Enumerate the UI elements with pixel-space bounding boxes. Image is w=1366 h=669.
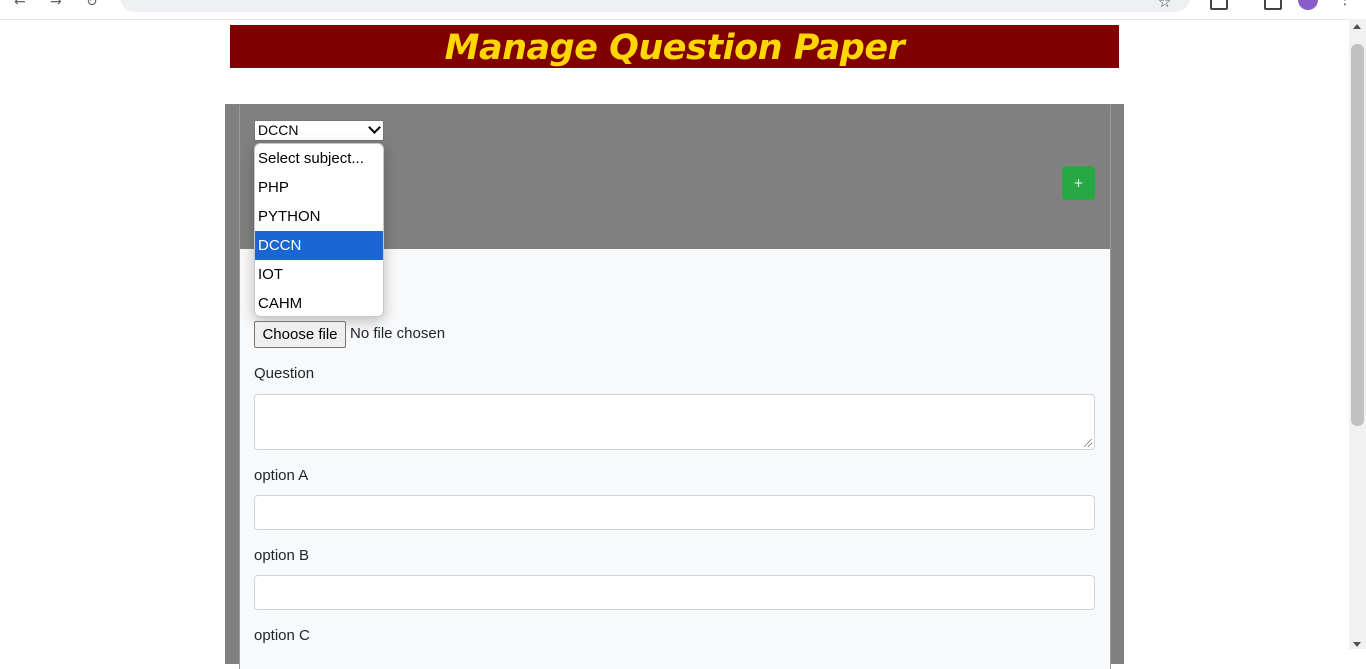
subject-option-selected[interactable]: DCCN xyxy=(255,231,383,260)
page-scrollbar[interactable] xyxy=(1349,19,1366,649)
scroll-up-icon[interactable] xyxy=(1353,24,1361,29)
option-a-label: option A xyxy=(254,467,309,484)
page-header: Manage Question Paper xyxy=(230,25,1119,68)
back-icon[interactable]: ← xyxy=(14,0,26,10)
subject-option[interactable]: CAHM xyxy=(255,289,383,316)
forward-icon[interactable]: → xyxy=(50,0,62,10)
page-title: Manage Question Paper xyxy=(444,28,905,68)
subject-option[interactable]: PHP xyxy=(255,173,383,202)
scroll-down-icon[interactable] xyxy=(1353,642,1361,647)
choose-file-button[interactable]: Choose file xyxy=(254,321,346,348)
subject-option[interactable]: Select subject... xyxy=(255,144,383,173)
resize-handle-icon[interactable] xyxy=(1084,439,1092,447)
question-textarea[interactable] xyxy=(254,394,1095,450)
bookmark-star-icon[interactable]: ☆ xyxy=(1158,0,1171,11)
browser-menu-icon[interactable]: ⋮ xyxy=(1338,0,1352,8)
chevron-down-icon xyxy=(368,121,381,134)
subject-option[interactable]: IOT xyxy=(255,260,383,289)
scrollbar-thumb[interactable] xyxy=(1351,44,1364,426)
subject-dropdown-list: Select subject... PHP PYTHON DCCN IOT CA… xyxy=(254,143,384,317)
question-label: Question xyxy=(254,365,315,382)
side-panel-icon[interactable] xyxy=(1264,0,1282,10)
address-bar[interactable] xyxy=(120,0,1190,12)
profile-avatar[interactable] xyxy=(1298,0,1318,10)
add-button[interactable]: + xyxy=(1062,166,1095,200)
file-status-text: No file chosen xyxy=(350,325,446,342)
reload-icon[interactable]: ↻ xyxy=(86,0,98,10)
option-b-input[interactable] xyxy=(254,575,1095,610)
browser-toolbar: ← → ↻ ☆ ⋮ xyxy=(0,0,1366,20)
subject-option[interactable]: PYTHON xyxy=(255,202,383,231)
subject-select-value: DCCN xyxy=(258,122,299,138)
option-c-label: option C xyxy=(254,627,310,644)
extensions-icon[interactable] xyxy=(1210,0,1228,10)
subject-select[interactable]: DCCN xyxy=(254,120,384,141)
option-a-input[interactable] xyxy=(254,495,1095,530)
option-b-label: option B xyxy=(254,547,310,564)
